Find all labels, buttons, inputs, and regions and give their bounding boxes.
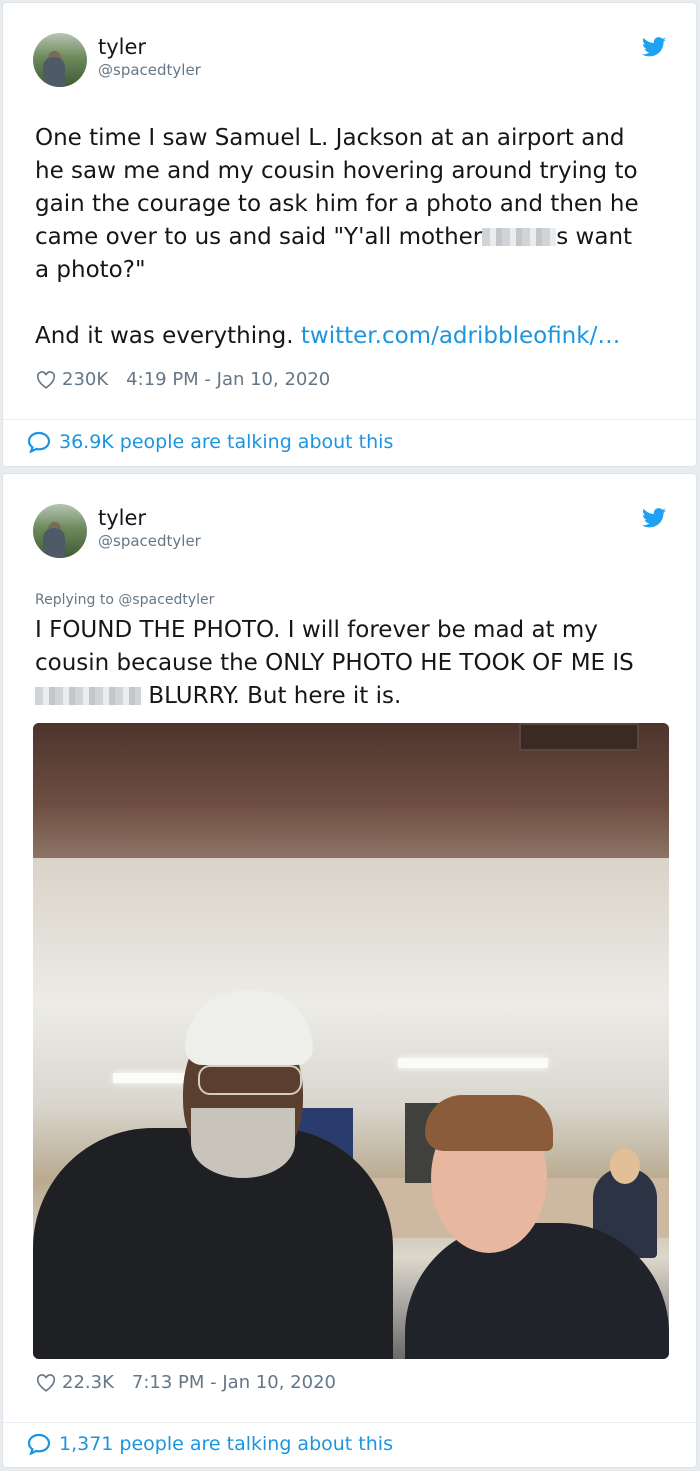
tweet-text-line: gain the courage to ask him for a photo … <box>35 191 639 217</box>
tweet-text-line: s want <box>556 224 633 250</box>
twitter-bird-icon[interactable] <box>642 37 666 57</box>
tweet-meta: 22.3K 7:13 PM - Jan 10, 2020 <box>36 1372 336 1393</box>
timestamp[interactable]: 4:19 PM - Jan 10, 2020 <box>126 369 330 390</box>
photo-light <box>398 1058 548 1068</box>
user-name[interactable]: tyler <box>98 35 146 59</box>
tweet-text-line: One time I saw Samuel L. Jackson at an a… <box>35 125 625 151</box>
censored-word <box>482 228 557 246</box>
conversation-link[interactable]: 1,371 people are talking about this <box>27 1433 393 1455</box>
heart-icon[interactable] <box>36 1373 56 1392</box>
tweet-text-line: came over to us and said "Y'all mother <box>35 224 483 250</box>
talking-count[interactable]: 1,371 people are talking about this <box>59 1433 393 1455</box>
tweet-meta: 230K 4:19 PM - Jan 10, 2020 <box>36 369 330 390</box>
photo-man-hat <box>185 991 313 1065</box>
photo-boy-hair <box>425 1095 553 1151</box>
replying-to[interactable]: Replying to @spacedtyler <box>35 592 214 608</box>
user-name[interactable]: tyler <box>98 506 146 530</box>
talking-count[interactable]: 36.9K people are talking about this <box>59 431 393 453</box>
tweet-text-line: And it was everything. <box>35 323 301 349</box>
tweet-photo[interactable] <box>33 723 669 1359</box>
heart-icon[interactable] <box>36 370 56 389</box>
tweet-card: tyler @spacedtyler Replying to @spacedty… <box>2 473 697 1468</box>
tweet-text-line: a photo?" <box>35 257 146 283</box>
tweet-text-line: he saw me and my cousin hovering around … <box>35 158 638 184</box>
photo-vent <box>519 723 639 751</box>
user-handle[interactable]: @spacedtyler <box>98 61 201 79</box>
divider <box>3 1422 696 1423</box>
speech-bubble-icon <box>27 1433 51 1455</box>
tweet-text-line: I FOUND THE PHOTO. I will forever be mad… <box>35 617 598 643</box>
photo-man-glasses <box>198 1065 302 1095</box>
photo-background-person-head <box>610 1148 640 1184</box>
timestamp[interactable]: 7:13 PM - Jan 10, 2020 <box>132 1372 336 1393</box>
photo-man-beard <box>191 1108 295 1178</box>
tweet-text-line: BLURRY. But here it is. <box>148 683 402 709</box>
tweet-text: One time I saw Samuel L. Jackson at an a… <box>35 122 675 353</box>
tweet-text: I FOUND THE PHOTO. I will forever be mad… <box>35 614 675 713</box>
like-count[interactable]: 230K <box>62 369 108 390</box>
tweet-card: tyler @spacedtyler One time I saw Samuel… <box>2 2 697 467</box>
avatar[interactable] <box>33 33 87 87</box>
censored-word <box>35 687 141 705</box>
user-handle[interactable]: @spacedtyler <box>98 532 201 550</box>
tweet-text-line: cousin because the ONLY PHOTO HE TOOK OF… <box>35 650 634 676</box>
twitter-bird-icon[interactable] <box>642 508 666 528</box>
divider <box>3 419 696 420</box>
speech-bubble-icon <box>27 431 51 453</box>
avatar[interactable] <box>33 504 87 558</box>
like-count[interactable]: 22.3K <box>62 1372 114 1393</box>
tweet-link[interactable]: twitter.com/adribbleofink/… <box>301 323 620 349</box>
conversation-link[interactable]: 36.9K people are talking about this <box>27 431 393 453</box>
